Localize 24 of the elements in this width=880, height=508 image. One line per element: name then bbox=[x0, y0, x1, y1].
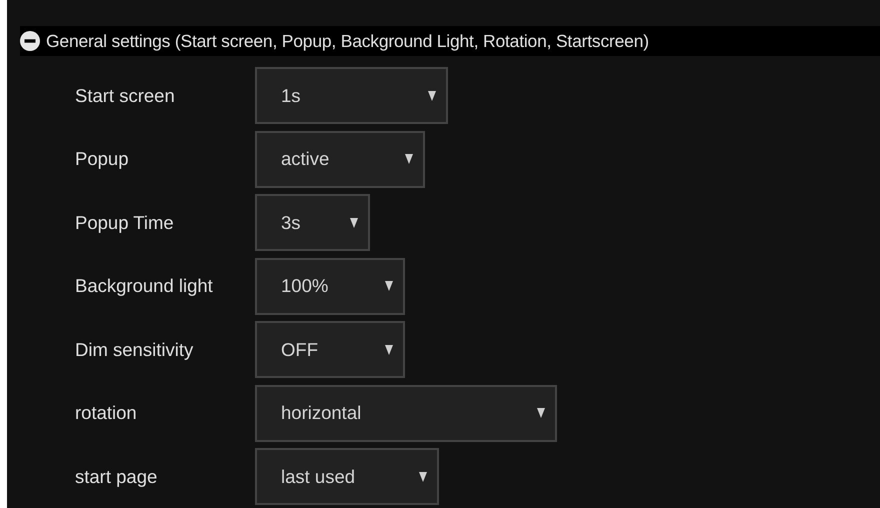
setting-label: Dim sensitivity bbox=[74, 338, 194, 362]
dropdown[interactable]: horizontal bbox=[255, 384, 557, 442]
section-title: General settings (Start screen, Popup, Background Light, Rotation, Startscreen) bbox=[46, 30, 649, 52]
caret-icon bbox=[385, 281, 393, 291]
caret-icon bbox=[537, 408, 545, 418]
caret-icon bbox=[419, 472, 427, 482]
collapse-icon[interactable] bbox=[20, 31, 40, 51]
dropdown[interactable]: 1s bbox=[255, 67, 448, 124]
section-header[interactable]: General settings (Start screen, Popup, Background Light, Rotation, Startscreen) bbox=[20, 26, 880, 56]
caret-icon bbox=[350, 218, 358, 228]
setting-label: start page bbox=[74, 464, 158, 489]
dropdown[interactable]: active bbox=[255, 130, 425, 188]
dropdown[interactable]: last used bbox=[255, 448, 439, 505]
caret-icon bbox=[385, 344, 393, 354]
setting-label: rotation bbox=[74, 401, 138, 425]
dropdown[interactable]: 3s bbox=[255, 194, 370, 251]
setting-label: Popup bbox=[74, 147, 130, 171]
setting-label: Start screen bbox=[74, 84, 176, 108]
caret-icon bbox=[428, 90, 436, 100]
caret-icon bbox=[405, 154, 413, 164]
dropdown[interactable]: 100% bbox=[255, 258, 405, 314]
setting-label: Popup Time bbox=[74, 210, 175, 235]
setting-label: Background light bbox=[74, 274, 214, 298]
dropdown[interactable]: OFF bbox=[255, 321, 405, 378]
